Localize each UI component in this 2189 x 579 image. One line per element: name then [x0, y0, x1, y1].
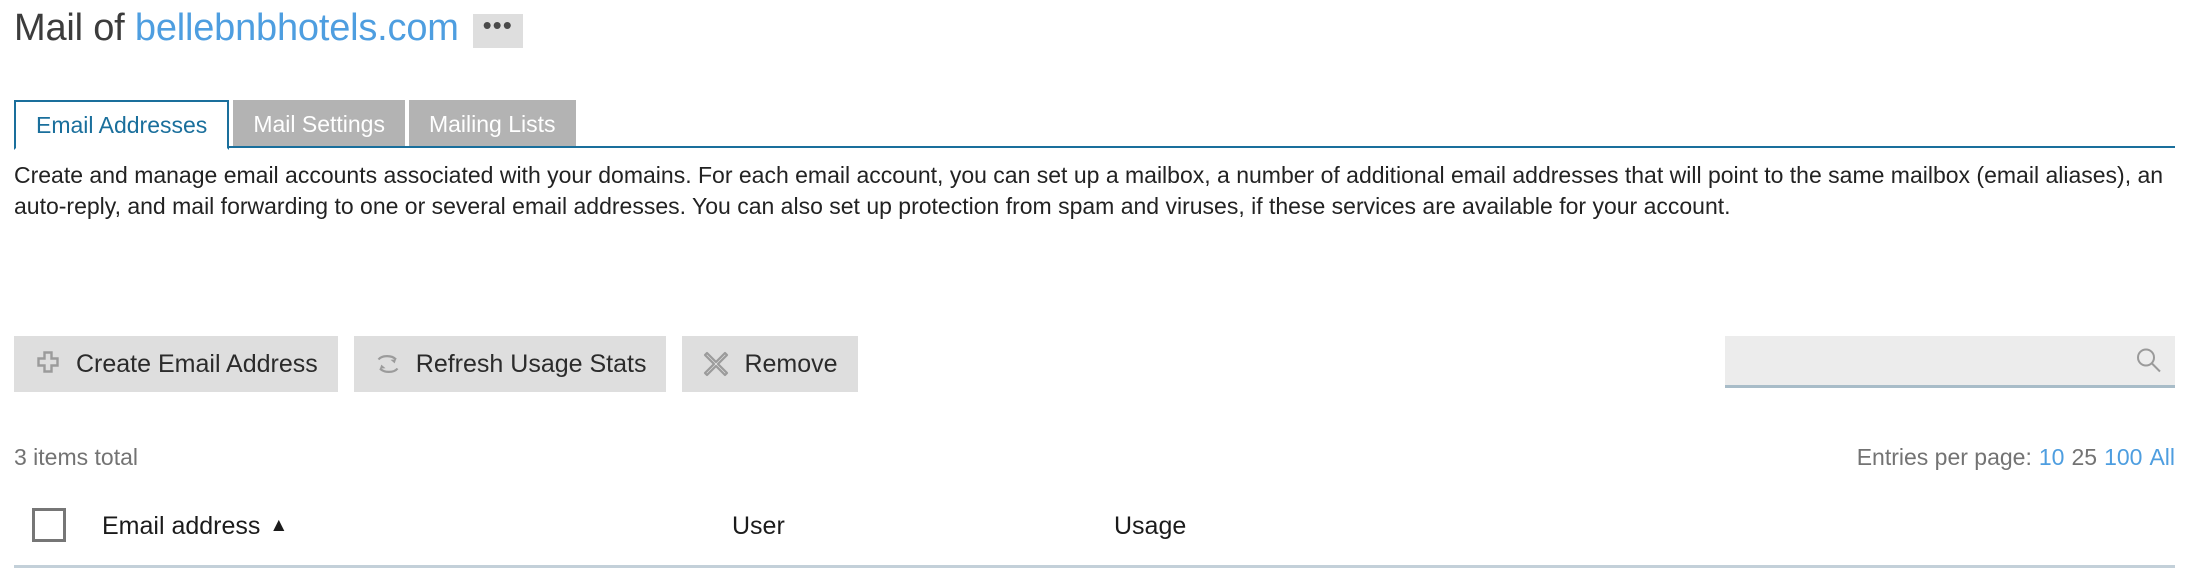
tab-label: Mailing Lists — [428, 110, 556, 137]
search-input[interactable] — [1725, 336, 2123, 385]
entries-per-page-option-all[interactable]: All — [2149, 444, 2175, 470]
page-title: Mail of bellebnbhotels.com — [14, 7, 459, 50]
column-header-label: Usage — [1114, 512, 1187, 540]
select-all-checkbox[interactable] — [32, 508, 66, 542]
entries-per-page: Entries per page: 10 25 100 All — [1857, 444, 2175, 471]
column-header-email-address[interactable]: Email address ▲ — [102, 512, 288, 541]
page-header: Mail of bellebnbhotels.com ••• — [14, 2, 523, 54]
remove-button[interactable]: Remove — [682, 336, 858, 392]
sort-ascending-icon: ▲ — [269, 515, 289, 536]
plus-icon — [34, 350, 62, 378]
entries-per-page-option-10[interactable]: 10 — [2039, 444, 2065, 470]
tab-mailing-lists[interactable]: Mailing Lists — [408, 100, 576, 148]
column-header-usage[interactable]: Usage — [1114, 512, 1186, 541]
refresh-usage-stats-button[interactable]: Refresh Usage Stats — [353, 336, 667, 392]
column-header-label: Email address — [102, 512, 261, 540]
tab-bar-underline — [14, 146, 2175, 148]
create-email-address-label: Create Email Address — [76, 349, 318, 378]
remove-label: Remove — [744, 349, 838, 378]
entries-per-page-option-25[interactable]: 25 — [2071, 444, 2097, 470]
entries-per-page-label: Entries per page: — [1856, 444, 2032, 470]
tab-label: Email Addresses — [36, 111, 208, 138]
refresh-icon — [374, 350, 402, 378]
tab-bar: Email Addresses Mail Settings Mailing Li… — [0, 96, 2189, 150]
more-options-button[interactable]: ••• — [472, 10, 523, 48]
tab-email-addresses[interactable]: Email Addresses — [14, 100, 230, 150]
create-email-address-button[interactable]: Create Email Address — [14, 336, 338, 392]
column-header-label: User — [732, 512, 785, 540]
toolbar: Create Email Address Refresh Usage Stats… — [14, 336, 874, 392]
close-x-icon — [702, 350, 730, 378]
search-icon[interactable] — [2123, 336, 2175, 385]
tab-mail-settings[interactable]: Mail Settings — [233, 100, 405, 148]
search-box — [1725, 336, 2175, 388]
tab-label: Mail Settings — [253, 110, 385, 137]
entries-per-page-option-100[interactable]: 100 — [2104, 444, 2142, 470]
page-title-prefix: Mail of — [14, 6, 135, 49]
column-header-user[interactable]: User — [732, 512, 785, 541]
table-header-row: Email address ▲ User Usage — [14, 496, 2175, 568]
items-total-label: 3 items total — [14, 444, 138, 470]
ellipsis-icon: ••• — [482, 10, 513, 40]
refresh-usage-stats-label: Refresh Usage Stats — [415, 349, 647, 378]
page-description: Create and manage email accounts associa… — [14, 162, 2164, 219]
tab-list: Email Addresses Mail Settings Mailing Li… — [14, 100, 576, 150]
page-title-domain: bellebnbhotels.com — [134, 6, 459, 49]
